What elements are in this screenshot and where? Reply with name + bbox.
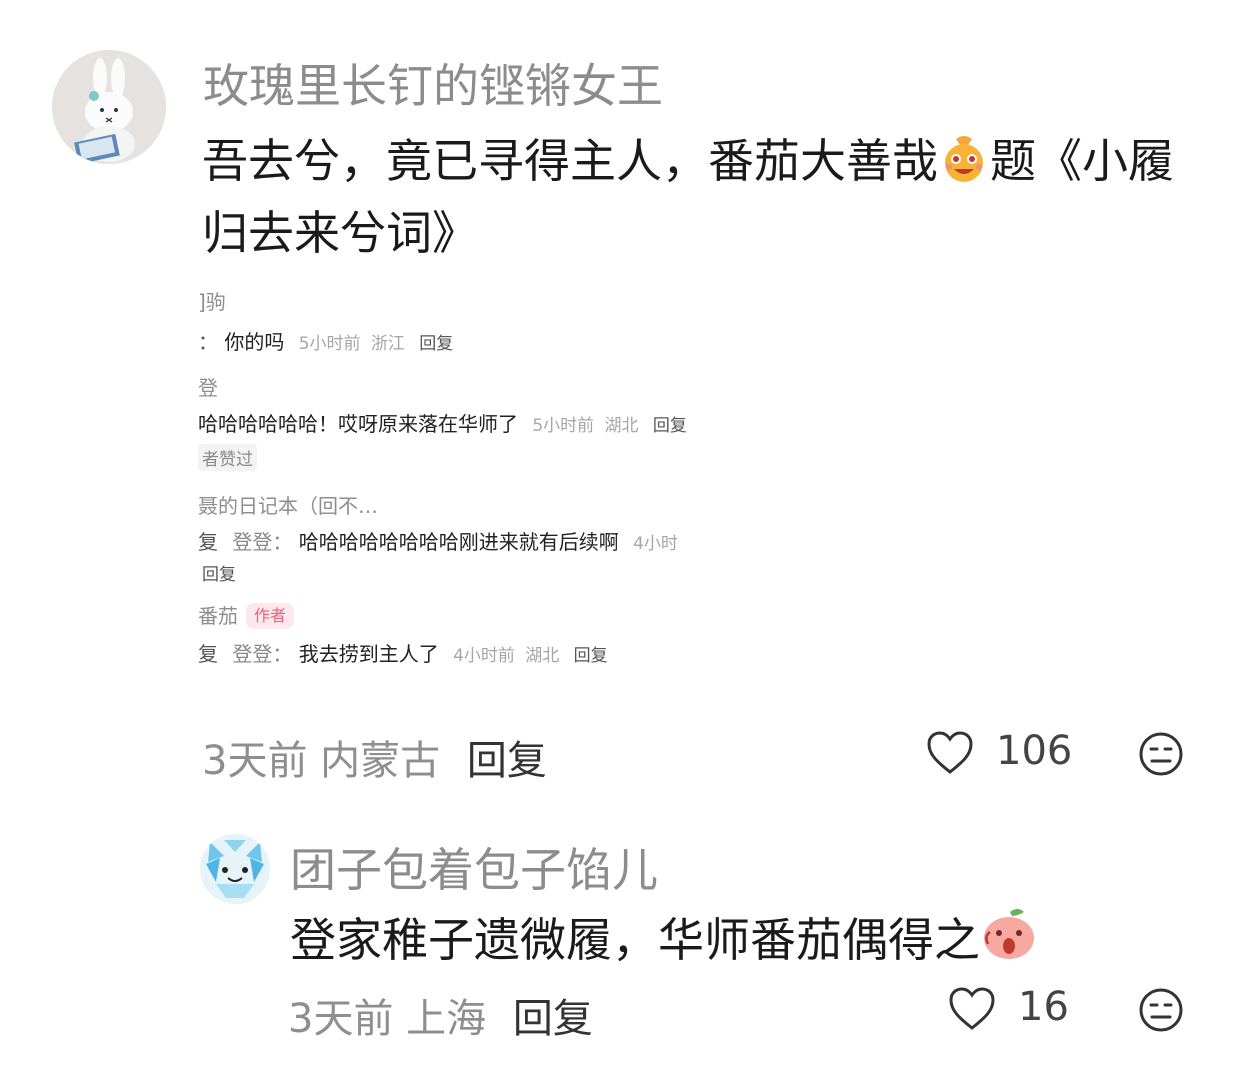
comment-time: 3天前 (288, 996, 394, 1042)
embedded-username: 番茄 (198, 604, 238, 628)
embedded-liked-chip: 者赞过 (198, 444, 257, 471)
surprised-peach-emoji-icon (980, 906, 1038, 979)
embedded-reply: 哈哈哈哈哈哈！哎呀原来落在华师了 5小时前 湖北 回复 (198, 408, 687, 437)
neutral-face-icon (1139, 732, 1183, 776)
heart-outline-icon (927, 731, 973, 774)
embedded-reply-button: 回复 (202, 565, 236, 585)
embedded-reply: 复 登登： 我去捞到主人了 4小时前 湖北 回复 (198, 638, 608, 667)
cat-avatar-image (200, 834, 270, 904)
embedded-text: 哈哈哈哈哈哈！哎呀原来落在华师了 (198, 412, 518, 436)
embedded-prefix: ： (198, 330, 218, 354)
embedded-prefix: 复 (198, 642, 218, 666)
embedded-prefix: 复 (198, 530, 218, 554)
embedded-reply: ： 你的吗 5小时前 浙江 回复 (198, 326, 453, 355)
embedded-reply-to: 登登： (232, 642, 293, 666)
comment-text-body: 吾去兮，竟已寻得主人，番茄大善哉 (202, 134, 938, 188)
comment-meta: 3天前 内蒙古 回复 (202, 728, 547, 786)
like-button[interactable] (926, 730, 974, 780)
like-count: 106 (996, 728, 1073, 774)
comment-text-body: 登家稚子遗微履，华师番茄偶得之 (290, 913, 980, 967)
username[interactable]: 团子包着包子馅儿 (290, 834, 658, 900)
embedded-author-row: 番茄 作者 (198, 600, 295, 629)
embedded-time: 5小时前 (298, 334, 361, 354)
avatar[interactable] (52, 50, 166, 164)
like-button[interactable] (948, 986, 996, 1036)
avatar[interactable] (200, 834, 270, 904)
comment-meta: 3天前 上海 回复 (288, 986, 593, 1044)
embedded-reply-button: 回复 (419, 334, 454, 354)
comment-location: 上海 (406, 996, 487, 1042)
smiling-bag-emoji-icon (938, 131, 990, 200)
embedded-time: 5小时前 (532, 416, 595, 436)
embedded-username: ]驹 (198, 290, 226, 314)
author-badge: 作者 (246, 603, 295, 629)
embedded-screenshot: ]驹 ： 你的吗 5小时前 浙江 回复 登 哈哈哈哈哈哈！哎呀原来落在华师了 5… (198, 280, 764, 685)
embedded-text: 我去捞到主人了 (298, 642, 439, 666)
dislike-button[interactable] (1138, 731, 1184, 781)
embedded-reply: 复 登登： 哈哈哈哈哈哈哈哈刚进来就有后续啊 4小时 (198, 526, 678, 555)
username[interactable]: 玫瑰里长钉的铿锵女王 (203, 50, 663, 116)
comment-location: 内蒙古 (320, 738, 441, 784)
neutral-face-icon (1139, 988, 1183, 1032)
comment-time: 3天前 (202, 738, 308, 784)
embedded-username: 登 (198, 376, 218, 400)
embedded-time: 4小时前 (453, 646, 515, 666)
comment-text: 登家稚子遗微履，华师番茄偶得之 (290, 906, 1038, 979)
comment-text: 吾去兮，竟已寻得主人，番茄大善哉 题《小履归去来兮词》 (202, 128, 1202, 266)
dislike-button[interactable] (1138, 987, 1184, 1037)
embedded-location: 浙江 (370, 334, 405, 354)
embedded-location: 湖北 (525, 646, 560, 666)
embedded-text: 你的吗 (224, 330, 285, 354)
embedded-username: 聂的日记本（回不… (198, 494, 378, 518)
embedded-reply-to: 登登： (232, 530, 293, 554)
embedded-reply-button: 回复 (652, 416, 687, 436)
embedded-time: 4小时 (633, 534, 678, 554)
like-count: 16 (1018, 984, 1069, 1030)
embedded-text: 哈哈哈哈哈哈哈哈刚进来就有后续啊 (298, 530, 619, 554)
embedded-reply-button: 回复 (573, 646, 608, 666)
embedded-location: 湖北 (604, 416, 639, 436)
bunny-avatar-image (52, 50, 166, 164)
reply-button[interactable]: 回复 (467, 738, 547, 784)
heart-outline-icon (949, 987, 995, 1030)
reply-button[interactable]: 回复 (513, 996, 593, 1042)
